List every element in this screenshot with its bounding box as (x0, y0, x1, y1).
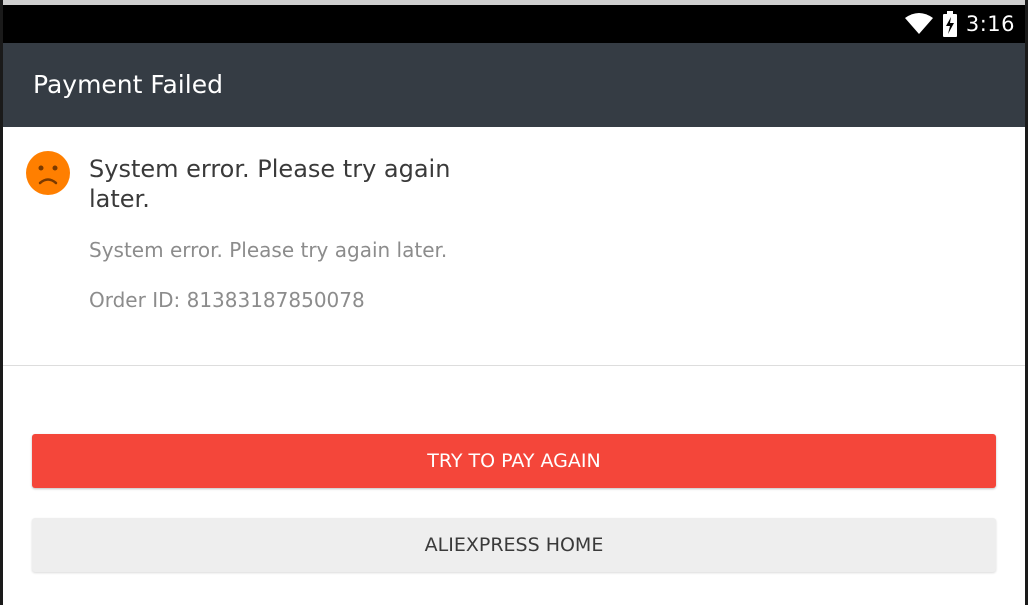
try-to-pay-again-button[interactable]: TRY TO PAY AGAIN (32, 434, 996, 488)
divider (3, 365, 1025, 366)
app-bar: Payment Failed (3, 43, 1025, 127)
status-bar: 3:16 (3, 5, 1025, 43)
sad-face-icon (26, 151, 70, 195)
wifi-icon (904, 13, 933, 34)
status-icons: 3:16 (904, 5, 1015, 43)
error-title: System error. Please try again later. (89, 155, 451, 213)
status-time: 3:16 (965, 12, 1015, 36)
error-panel: System error. Please try again later. Sy… (3, 127, 1025, 365)
order-id: Order ID: 81383187850078 (89, 288, 365, 312)
page-title: Payment Failed (33, 70, 223, 99)
aliexpress-home-button[interactable]: ALIEXPRESS HOME (32, 518, 996, 572)
screen: 3:16 Payment Failed System error. Please… (0, 0, 1028, 605)
error-detail: System error. Please try again later. (89, 238, 448, 262)
battery-charging-icon (942, 11, 957, 37)
